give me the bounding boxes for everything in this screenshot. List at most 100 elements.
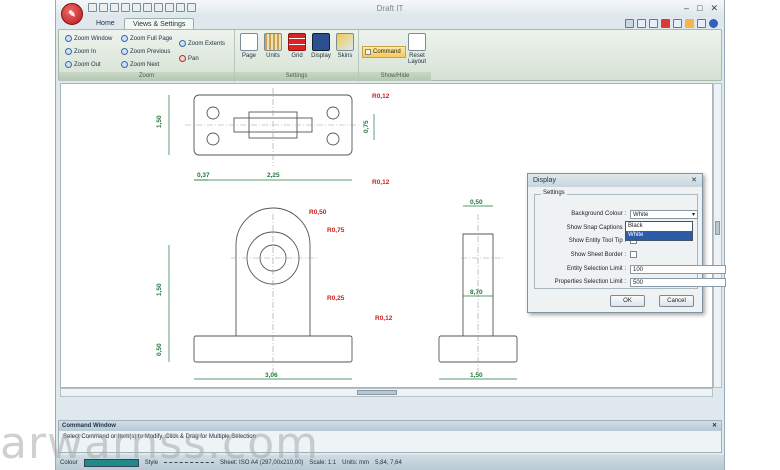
reset-layout-icon (408, 33, 426, 51)
magnifier-icon (121, 35, 128, 42)
colour-dropdown-list: Black White (625, 221, 693, 241)
dialog-title: Display (533, 177, 556, 184)
sheet-border-row: Show Sheet Border : (535, 251, 699, 261)
fieldset-legend: Settings (541, 190, 567, 196)
field-label: Properties Selection Limit : (554, 279, 626, 285)
display-button[interactable]: Display (310, 33, 332, 59)
window-title: Draft IT (376, 4, 404, 13)
settings-group: Page Units Grid Display Skins Settings (235, 30, 359, 82)
pan-hand-icon (179, 55, 186, 62)
zoom-out-button[interactable]: Zoom Out (65, 61, 101, 68)
select-value: White (633, 212, 649, 218)
settings-group-label: Settings (235, 72, 358, 81)
style-icon[interactable] (685, 19, 694, 28)
dim-label: 1,50 (156, 115, 163, 128)
zoom-window-button[interactable]: Zoom Window (65, 35, 112, 42)
monitor-icon (312, 33, 330, 51)
pan-label: Pan (188, 55, 199, 62)
zoom-out-label: Zoom Out (74, 61, 101, 68)
zoom-in-button[interactable]: Zoom In (65, 48, 96, 55)
background-colour-row: Background Colour : White ▾ (535, 210, 699, 220)
field-label: Show Sheet Border : (570, 252, 626, 258)
dim-label: 0,50 (470, 199, 483, 206)
zoom-full-page-label: Zoom Full Page (130, 35, 173, 42)
magnifier-icon (121, 61, 128, 68)
magnifier-icon (65, 35, 72, 42)
page-button[interactable]: Page (238, 33, 260, 59)
zoom-icon[interactable] (649, 19, 658, 28)
command-toggle-label: Command (373, 49, 401, 55)
zoom-full-page-button[interactable]: Zoom Full Page (121, 35, 172, 42)
page-icon (240, 33, 258, 51)
field-label: Show Snap Captions : (566, 225, 626, 231)
properties-limit-row: Properties Selection Limit : 500 (535, 278, 726, 288)
grid-label: Grid (291, 53, 303, 59)
application-menu-button[interactable]: ✎ (61, 3, 83, 25)
zoom-previous-button[interactable]: Zoom Previous (121, 48, 170, 55)
dropdown-option-black[interactable]: Black (626, 222, 692, 231)
horizontal-scrollbar[interactable] (60, 388, 713, 397)
zoom-out-icon (65, 61, 72, 68)
close-icon[interactable]: ✕ (691, 174, 697, 187)
skins-label: Skins (337, 53, 353, 59)
entity-selection-limit-input[interactable]: 100 (630, 265, 726, 274)
snap-icon[interactable] (673, 19, 682, 28)
dim-label: R0,50 (309, 209, 327, 216)
zoom-extents-label: Zoom Extents (188, 40, 226, 47)
sheet-border-checkbox[interactable] (630, 251, 637, 258)
tab-bar-icons (625, 19, 718, 28)
entity-limit-row: Entity Selection Limit : 100 (535, 265, 726, 275)
vertical-scrollbar[interactable] (713, 83, 722, 388)
units-info: Units: mm (342, 459, 370, 466)
field-label: Background Colour : (571, 211, 626, 217)
pan-button[interactable]: Pan (179, 55, 199, 62)
find-icon[interactable] (637, 19, 646, 28)
reset-layout-button[interactable]: Reset Layout (405, 33, 429, 65)
page-label: Page (241, 53, 256, 59)
settings-fieldset: Settings Background Colour : White ▾ Show… (534, 190, 726, 289)
hole (206, 132, 220, 146)
showhide-group: Command Reset Layout Show/Hide (359, 30, 431, 82)
grid-button[interactable]: Grid (286, 33, 308, 59)
zoom-group-label: Zoom (59, 72, 234, 81)
vertical-scroll-thumb[interactable] (715, 221, 720, 235)
units-button[interactable]: Units (262, 33, 284, 59)
dropdown-option-white[interactable]: White (626, 231, 692, 240)
command-toggle-button[interactable]: Command (362, 46, 406, 58)
coordinate-readout: 5,84, 7,64 (375, 459, 402, 466)
close-icon[interactable]: ✕ (712, 421, 717, 431)
zoom-next-button[interactable]: Zoom Next (121, 61, 159, 68)
ribbon: Zoom Window Zoom Full Page Zoom Extents … (58, 29, 722, 82)
dim-label: R0,12 (372, 179, 390, 186)
close-icon[interactable]: ✕ (710, 3, 718, 14)
window-controls: – □ ✕ (684, 3, 718, 14)
field-label: Entity Selection Limit : (566, 266, 626, 272)
ok-button[interactable]: OK (610, 295, 645, 307)
zoom-group: Zoom Window Zoom Full Page Zoom Extents … (59, 30, 235, 82)
showhide-group-label: Show/Hide (359, 72, 431, 81)
reset-layout-label: Reset Layout (407, 53, 426, 65)
magnifier-icon (121, 48, 128, 55)
background-colour-select[interactable]: White ▾ (630, 210, 698, 219)
help-circle-icon[interactable] (709, 19, 718, 28)
options-icon[interactable] (697, 19, 706, 28)
minimize-icon[interactable]: – (684, 3, 689, 14)
skins-button[interactable]: Skins (334, 33, 356, 59)
chevron-down-icon: ▾ (691, 212, 695, 218)
zoom-in-label: Zoom In (74, 48, 97, 55)
dim-label: 1,50 (156, 283, 163, 296)
cancel-button[interactable]: Cancel (659, 295, 694, 307)
dim-label: R0,25 (327, 295, 345, 302)
horizontal-scroll-thumb[interactable] (357, 390, 397, 395)
dialog-title-bar: Display ✕ (528, 174, 702, 187)
properties-selection-limit-input[interactable]: 500 (630, 278, 726, 287)
maximize-icon[interactable]: □ (697, 3, 702, 14)
dim-label: 0,50 (156, 343, 163, 356)
zoom-extents-button[interactable]: Zoom Extents (179, 40, 225, 47)
display-label: Display (311, 53, 331, 59)
field-label: Show Entity Tool Tip : (568, 238, 626, 244)
grid-icon[interactable] (661, 19, 670, 28)
layer-icon[interactable] (625, 19, 634, 28)
dim-label: 2,25 (267, 172, 280, 179)
dim-label: 0,37 (197, 172, 210, 179)
